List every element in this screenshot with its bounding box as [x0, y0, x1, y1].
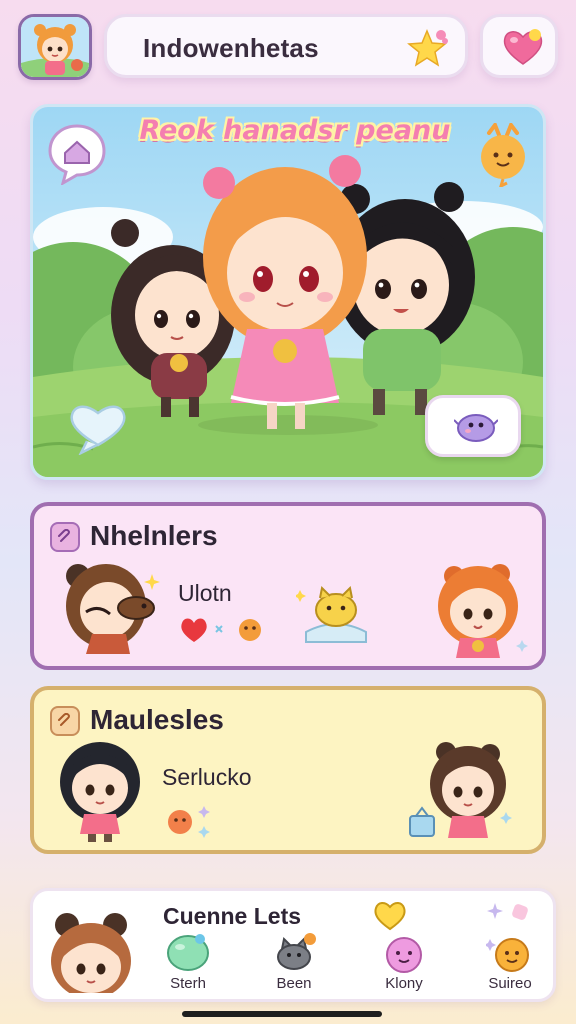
card-tag — [50, 522, 80, 552]
nav-item-been[interactable]: Been — [259, 931, 329, 999]
nav-label: Been — [276, 975, 312, 992]
favorites-button[interactable] — [480, 14, 558, 78]
heart-icon — [503, 29, 543, 65]
pink-blob-icon — [386, 937, 422, 973]
orange-blob-icon — [486, 938, 529, 972]
brown-hair-girl-illustration — [409, 742, 512, 838]
purple-creature-icon — [454, 414, 498, 442]
app-screen: Indowenhetas Reok hanadsr peanu Nhelnler… — [0, 0, 576, 1024]
nav-label: Sterh — [170, 975, 206, 992]
bottom-navigation: Cuenne Lets Sterh Been Klony Suireo — [30, 888, 556, 1002]
card-title: Maulesles — [90, 704, 224, 735]
nav-item-suireo[interactable]: Suireo — [475, 931, 545, 999]
card-title: Nhelnlers — [90, 520, 218, 551]
bottom-title: Cuenne Lets — [163, 903, 302, 929]
profile-avatar-button[interactable] — [18, 14, 92, 80]
app-title: Indowenhetas — [143, 33, 319, 63]
card-nhelnlers[interactable]: Nhelnlers Ulotn — [30, 502, 546, 670]
sparkle-icon — [487, 903, 528, 920]
bear-girl-illustration — [66, 564, 160, 654]
reaction-icons — [181, 618, 261, 642]
dark-hair-girl-illustration — [60, 742, 140, 842]
home-indicator[interactable] — [182, 1011, 382, 1017]
home-bubble-icon[interactable] — [47, 123, 107, 185]
nav-item-klony[interactable]: Klony — [369, 931, 439, 999]
avatar-icon — [21, 17, 89, 77]
card-subtitle: Ulotn — [178, 580, 232, 606]
nav-item-sterh[interactable]: Sterh — [153, 931, 223, 999]
paperclip-icon — [58, 529, 70, 542]
gray-cat-icon — [277, 933, 316, 970]
yellow-heart-icon — [374, 902, 406, 931]
bear-avatar-icon[interactable] — [47, 909, 135, 993]
paperclip-icon — [58, 713, 70, 726]
orange-sprite-icon — [168, 806, 210, 838]
card-tag — [50, 706, 80, 736]
yellow-cat-icon — [296, 585, 367, 643]
green-blob-icon — [167, 934, 209, 971]
card-subtitle: Serlucko — [162, 764, 252, 790]
hero-banner[interactable]: Reok hanadsr peanu — [30, 104, 546, 480]
title-bar[interactable]: Indowenhetas — [104, 14, 468, 78]
nav-label: Klony — [385, 975, 423, 992]
chat-bubble-icon[interactable] — [67, 397, 129, 455]
star-icon — [407, 29, 448, 67]
orange-hair-girl-illustration — [438, 564, 528, 658]
header: Indowenhetas — [18, 12, 558, 82]
hero-title: Reok hanadsr peanu — [139, 115, 451, 146]
sun-sprite-icon — [481, 123, 525, 187]
creature-action-button[interactable] — [425, 395, 521, 457]
card-maulesles[interactable]: Maulesles Serlucko — [30, 686, 546, 854]
nav-label: Suireo — [488, 975, 532, 992]
